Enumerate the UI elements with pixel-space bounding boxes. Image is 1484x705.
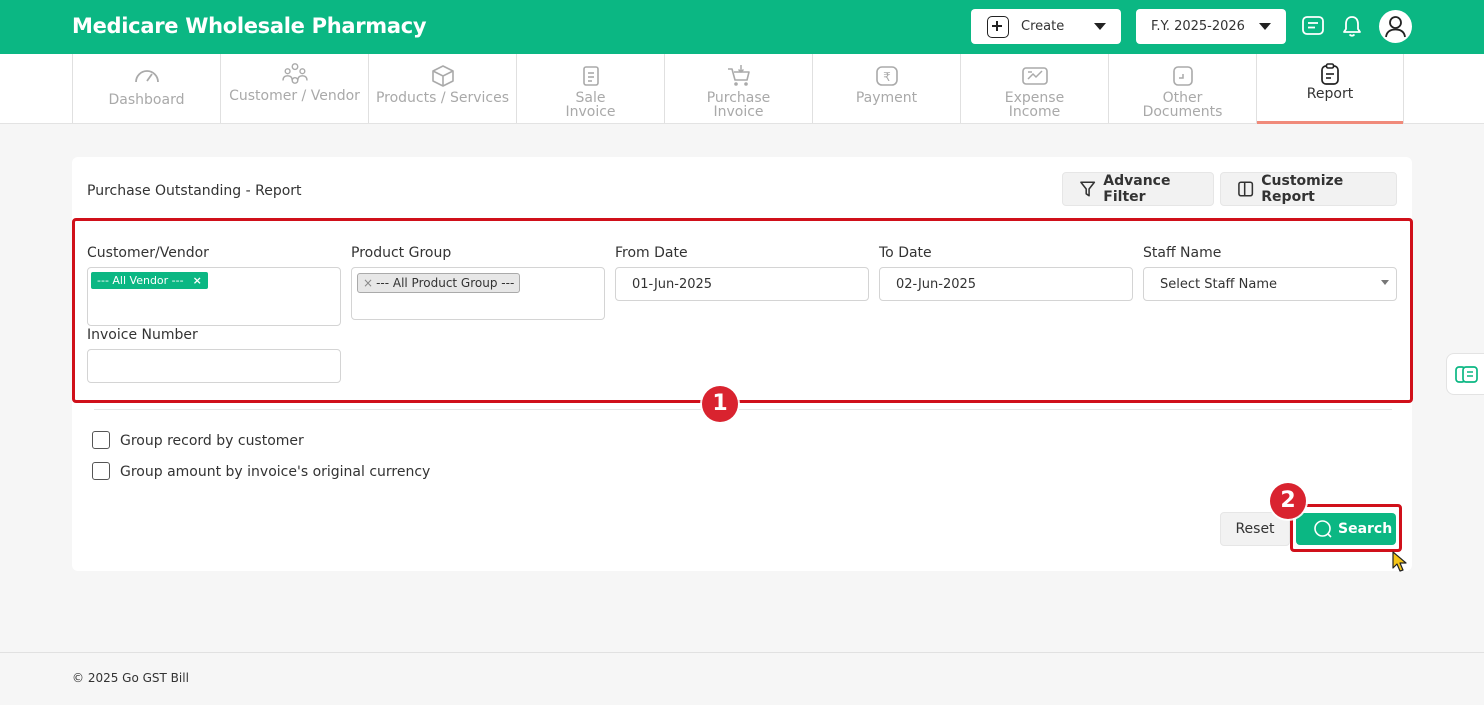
columns-icon — [1238, 181, 1254, 197]
footer-copyright: © 2025 Go GST Bill — [72, 671, 189, 685]
advance-filter-button[interactable]: Advance Filter — [1062, 172, 1214, 206]
user-avatar-icon[interactable] — [1379, 10, 1412, 43]
cart-icon — [727, 65, 750, 86]
top-header: Medicare Wholesale Pharmacy Create F.Y. … — [0, 0, 1484, 54]
clipboard-icon — [1321, 63, 1339, 85]
financial-year-dropdown[interactable]: F.Y. 2025-2026 — [1136, 9, 1286, 44]
nav-item-payment[interactable]: ₹ Payment — [812, 54, 960, 123]
advance-filter-label: Advance Filter — [1103, 173, 1171, 205]
nav-label: Products / Services — [375, 90, 510, 106]
svg-text:₹: ₹ — [883, 70, 891, 84]
report-title: Purchase Outstanding - Report — [87, 183, 302, 199]
nav-label: Payment — [855, 90, 918, 106]
group-by-currency-checkbox[interactable] — [92, 462, 110, 480]
users-icon — [281, 63, 308, 84]
nav-item-customer-vendor[interactable]: Customer / Vendor — [220, 54, 368, 123]
nav-label: Report — [1306, 86, 1354, 102]
annotation-badge-1: 1 — [702, 386, 738, 422]
rupee-icon: ₹ — [875, 66, 898, 86]
bell-icon[interactable] — [1341, 14, 1363, 38]
caret-down-icon — [1094, 23, 1106, 30]
create-label: Create — [1021, 19, 1065, 34]
create-dropdown-button[interactable]: Create — [971, 9, 1121, 44]
group-by-customer-label: Group record by customer — [120, 433, 304, 449]
nav-item-report[interactable]: Report — [1256, 54, 1404, 124]
brand-title: Medicare Wholesale Pharmacy — [72, 14, 427, 38]
document-icon — [1172, 66, 1193, 86]
receipt-icon — [582, 66, 599, 86]
nav-item-other-documents[interactable]: Other Documents — [1108, 54, 1256, 123]
nav-item-purchase-invoice[interactable]: Purchase Invoice — [664, 54, 812, 123]
nav-label: Dashboard — [108, 92, 185, 108]
box-icon — [431, 65, 454, 87]
notes-icon — [1455, 366, 1478, 383]
nav-label: Customer / Vendor — [229, 88, 360, 104]
financial-year-label: F.Y. 2025-2026 — [1151, 19, 1245, 34]
plus-icon — [987, 15, 1009, 38]
nav-label: Expense — [1004, 90, 1065, 106]
mouse-cursor-icon — [1392, 551, 1407, 572]
customize-report-button[interactable]: Customize Report — [1220, 172, 1397, 206]
nav-label-line2: Invoice — [565, 104, 616, 120]
nav-label: Other — [1162, 90, 1203, 106]
filter-icon — [1080, 181, 1096, 197]
nav-item-sale-invoice[interactable]: Sale Invoice — [516, 54, 664, 123]
side-quick-access-tab[interactable] — [1446, 353, 1484, 395]
annotation-box-2 — [1290, 504, 1402, 552]
nav-label: Purchase — [706, 90, 771, 106]
main-nav: Dashboard Customer / Vendor Products / S… — [0, 54, 1484, 124]
caret-down-icon — [1259, 23, 1271, 30]
annotation-badge-2: 2 — [1270, 483, 1306, 519]
chat-icon[interactable] — [1301, 15, 1325, 37]
divider — [94, 409, 1392, 410]
nav-label: Sale — [575, 90, 606, 106]
group-by-currency-label: Group amount by invoice's original curre… — [120, 464, 431, 480]
speedometer-icon — [134, 70, 159, 83]
nav-label-line2: Invoice — [713, 104, 764, 120]
nav-item-dashboard[interactable]: Dashboard — [72, 54, 220, 123]
wallet-icon — [1021, 67, 1048, 85]
nav-item-products-services[interactable]: Products / Services — [368, 54, 516, 123]
nav-label-line2: Documents — [1142, 104, 1223, 120]
footer-divider — [0, 652, 1484, 653]
nav-item-expense-income[interactable]: Expense Income — [960, 54, 1108, 123]
customize-report-label: Customize Report — [1261, 173, 1344, 205]
annotation-box-1 — [72, 218, 1413, 403]
nav-label-line2: Income — [1008, 104, 1061, 120]
group-by-customer-checkbox[interactable] — [92, 431, 110, 449]
